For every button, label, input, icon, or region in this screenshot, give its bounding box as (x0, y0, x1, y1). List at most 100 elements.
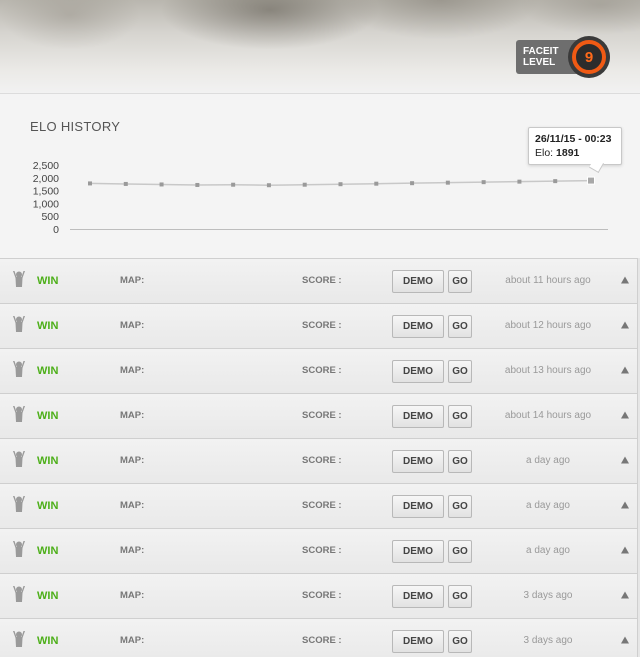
demo-button[interactable]: DEMO (392, 315, 444, 338)
faceit-level-badge: FACEIT LEVEL 9 (516, 36, 610, 78)
elo-data-point[interactable] (374, 181, 379, 186)
go-button[interactable]: GO (448, 360, 472, 383)
map-label: MAP: (120, 590, 145, 601)
expand-triangle-icon[interactable] (620, 410, 630, 420)
match-row[interactable]: WIN MAP: SCORE : DEMO GO 3 days ago (0, 618, 638, 657)
elo-data-point[interactable] (553, 179, 558, 184)
match-row[interactable]: WIN MAP: SCORE : DEMO GO about 11 hours … (0, 258, 638, 303)
match-result: WIN (37, 275, 59, 287)
expand-triangle-icon[interactable] (620, 500, 630, 510)
match-result: WIN (37, 455, 59, 467)
profile-banner: FACEIT LEVEL 9 (0, 0, 640, 94)
tooltip-elo: Elo: 1891 (535, 146, 615, 160)
score-label: SCORE : (302, 410, 342, 421)
go-button[interactable]: GO (448, 405, 472, 428)
go-button[interactable]: GO (448, 630, 472, 653)
demo-button[interactable]: DEMO (392, 450, 444, 473)
go-button[interactable]: GO (448, 450, 472, 473)
expand-triangle-icon[interactable] (620, 365, 630, 375)
faceit-label: FACEIT (523, 46, 559, 57)
demo-button[interactable]: DEMO (392, 585, 444, 608)
go-button[interactable]: GO (448, 540, 472, 563)
map-label: MAP: (120, 320, 145, 331)
elo-data-point[interactable] (517, 179, 522, 184)
expand-triangle-icon[interactable] (620, 590, 630, 600)
elo-data-point[interactable] (587, 176, 595, 185)
match-row[interactable]: WIN MAP: SCORE : DEMO GO about 12 hours … (0, 303, 638, 348)
player-cheer-icon (13, 316, 25, 332)
level-label: LEVEL (523, 57, 556, 68)
match-row[interactable]: WIN MAP: SCORE : DEMO GO a day ago (0, 438, 638, 483)
score-label: SCORE : (302, 500, 342, 511)
score-label: SCORE : (302, 455, 342, 466)
faceit-level-text: FACEIT LEVEL (516, 46, 572, 68)
match-row[interactable]: WIN MAP: SCORE : DEMO GO a day ago (0, 483, 638, 528)
demo-button[interactable]: DEMO (392, 405, 444, 428)
go-button[interactable]: GO (448, 585, 472, 608)
match-result: WIN (37, 320, 59, 332)
match-result: WIN (37, 635, 59, 647)
match-time: a day ago (526, 455, 570, 466)
expand-triangle-icon[interactable] (620, 545, 630, 555)
elo-data-point[interactable] (338, 182, 343, 187)
match-row[interactable]: WIN MAP: SCORE : DEMO GO 3 days ago (0, 573, 638, 618)
elo-data-point[interactable] (231, 182, 236, 187)
tooltip-elo-value: 1891 (556, 147, 580, 159)
elo-data-point[interactable] (123, 181, 128, 186)
map-label: MAP: (120, 365, 145, 376)
level-gauge-icon: 9 (568, 36, 610, 78)
expand-triangle-icon[interactable] (620, 320, 630, 330)
score-label: SCORE : (302, 590, 342, 601)
match-result: WIN (37, 545, 59, 557)
y-tick-label: 1,000 (33, 198, 59, 210)
player-cheer-icon (13, 586, 25, 602)
score-label: SCORE : (302, 320, 342, 331)
elo-data-point[interactable] (88, 181, 92, 186)
match-result: WIN (37, 500, 59, 512)
player-cheer-icon (13, 406, 25, 422)
match-time: about 11 hours ago (505, 275, 591, 286)
y-tick-label: 0 (53, 224, 59, 236)
go-button[interactable]: GO (448, 270, 472, 293)
score-label: SCORE : (302, 545, 342, 556)
tooltip-date: 26/11/15 - 00:23 (535, 133, 612, 145)
go-button[interactable]: GO (448, 495, 472, 518)
elo-data-point[interactable] (302, 182, 307, 187)
expand-triangle-icon[interactable] (620, 455, 630, 465)
expand-triangle-icon[interactable] (620, 275, 630, 285)
elo-tooltip: 26/11/15 - 00:23 Elo: 1891 (528, 127, 622, 165)
match-result: WIN (37, 410, 59, 422)
map-label: MAP: (120, 410, 145, 421)
match-row[interactable]: WIN MAP: SCORE : DEMO GO about 14 hours … (0, 393, 638, 438)
score-label: SCORE : (302, 365, 342, 376)
player-cheer-icon (13, 361, 25, 377)
player-cheer-icon (13, 541, 25, 557)
tooltip-elo-prefix: Elo: (535, 147, 554, 159)
match-time: a day ago (526, 500, 570, 511)
elo-data-point[interactable] (481, 180, 486, 185)
match-time: 3 days ago (523, 590, 573, 601)
demo-button[interactable]: DEMO (392, 360, 444, 383)
y-tick-label: 2,000 (33, 173, 59, 185)
demo-button[interactable]: DEMO (392, 630, 444, 653)
elo-data-point[interactable] (266, 183, 271, 188)
match-time: about 12 hours ago (504, 320, 592, 331)
elo-data-point[interactable] (195, 182, 200, 187)
player-cheer-icon (13, 496, 25, 512)
score-label: SCORE : (302, 275, 342, 286)
map-label: MAP: (120, 545, 145, 556)
demo-button[interactable]: DEMO (392, 540, 444, 563)
demo-button[interactable]: DEMO (392, 495, 444, 518)
demo-button[interactable]: DEMO (392, 270, 444, 293)
match-time: 3 days ago (523, 635, 573, 646)
go-button[interactable]: GO (448, 315, 472, 338)
match-row[interactable]: WIN MAP: SCORE : DEMO GO a day ago (0, 528, 638, 573)
elo-data-point[interactable] (445, 180, 450, 185)
match-history-list: WIN MAP: SCORE : DEMO GO about 11 hours … (0, 258, 640, 657)
match-result: WIN (37, 590, 59, 602)
match-row[interactable]: WIN MAP: SCORE : DEMO GO about 13 hours … (0, 348, 638, 393)
expand-triangle-icon[interactable] (620, 635, 630, 645)
elo-data-point[interactable] (159, 182, 164, 187)
elo-history-panel: ELO HISTORY 0 500 1,000 1,500 2,000 2,500 26/… (0, 94, 640, 258)
elo-data-point[interactable] (410, 181, 415, 186)
